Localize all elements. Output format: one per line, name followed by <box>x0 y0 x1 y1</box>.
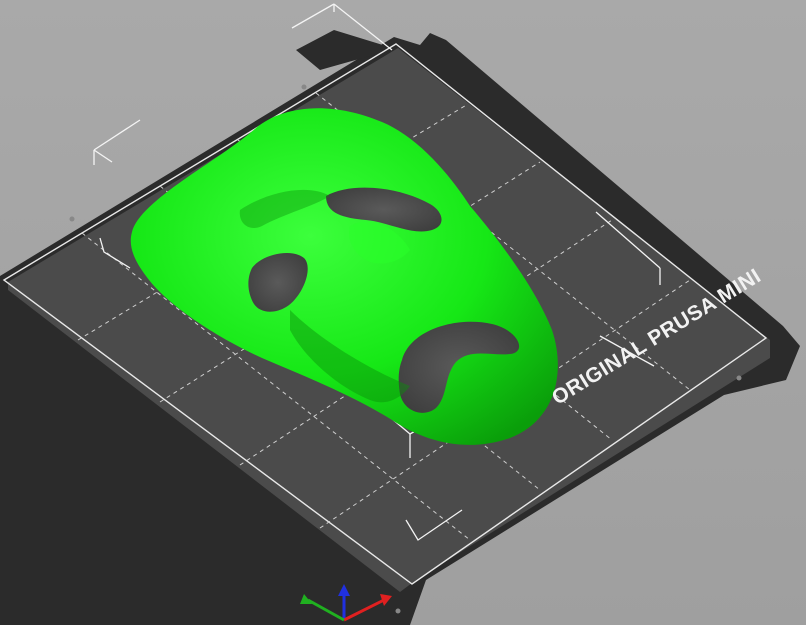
bed-screw-hole <box>736 375 742 381</box>
bed-screw-hole <box>69 216 75 222</box>
bed-screw-hole <box>395 608 401 614</box>
bed-screw-hole <box>301 84 307 90</box>
plater-3d-viewport[interactable]: ORIGINAL PRUSA MINI <box>0 0 806 625</box>
